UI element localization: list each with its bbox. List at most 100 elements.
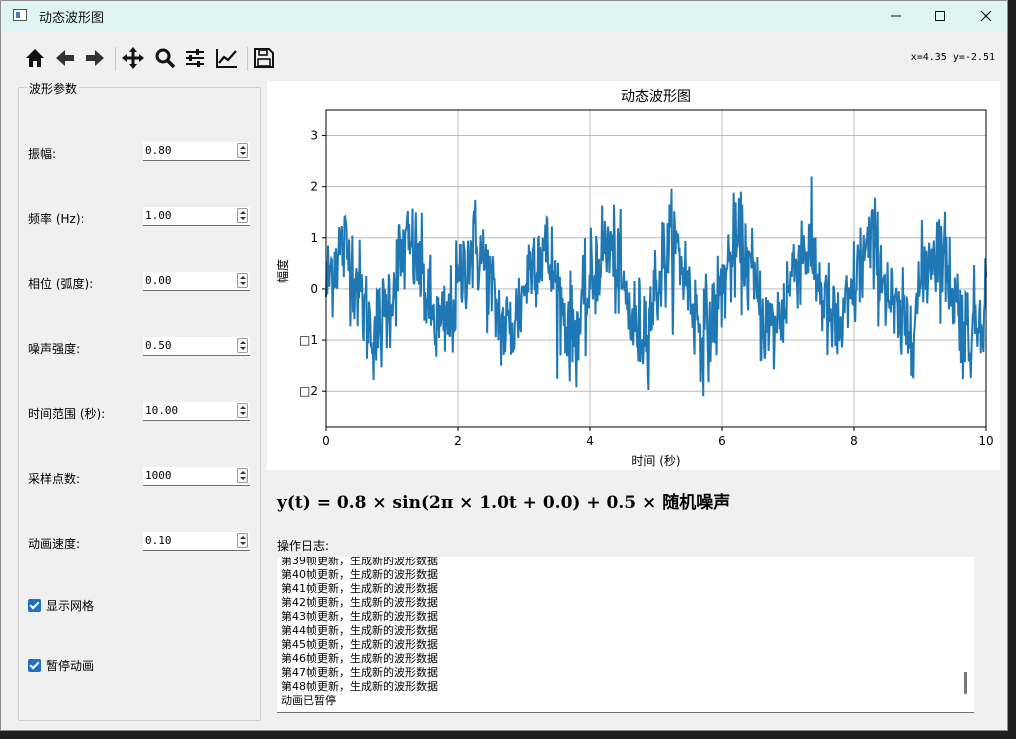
noise-spinbox[interactable]: 0.50 [143,337,250,356]
background-status-strip [0,731,1016,739]
cursor-coordinates: x=4.35 y=-2.51 [910,52,995,63]
log-line: 第47帧更新，生成新的波形数据 [281,666,438,679]
time-range-spinbox[interactable]: 10.00 [143,402,250,421]
configure-subplots-button[interactable] [181,43,209,73]
back-icon [56,50,74,66]
close-icon [980,10,992,22]
back-button[interactable] [51,43,79,73]
chart-title: 动态波形图 [621,89,691,105]
waveform-line [325,176,987,397]
formula-text: y(t) = 0.8 × sin(2π × 1.0t + 0.0) + 0.5 … [277,493,731,513]
samples-value: 1000 [145,469,172,482]
time-range-label: 时间范围 (秒): [28,407,106,421]
y-tick-label: 3 [310,129,318,143]
log-line: 第43帧更新，生成新的波形数据 [281,610,438,623]
frequency-spinbox[interactable]: 1.00 [143,207,250,226]
minimize-icon [891,15,901,17]
x-tick-label: 6 [718,434,726,448]
x-axis-label: 时间 (秒) [631,454,680,468]
window-title: 动态波形图 [39,11,105,26]
x-tick-label: 0 [322,434,330,448]
spin-arrows-icon[interactable] [237,338,248,353]
home-icon [26,49,44,67]
home-button[interactable] [21,43,49,73]
x-tick-label: 4 [586,434,594,448]
close-button[interactable] [963,1,1009,31]
log-label: 操作日志: [277,539,330,553]
waveform-chart[interactable]: 动态波形图 0 2 4 6 8 10 □2 □1 0 1 2 3 时间 (秒) 幅度 [267,81,1000,470]
minimize-button[interactable] [873,1,919,31]
x-tick-label: 8 [850,434,858,448]
log-scrollbar-thumb[interactable] [964,672,967,694]
noise-value: 0.50 [145,339,172,352]
spin-arrows-icon[interactable] [237,403,248,418]
anim-speed-value: 0.10 [145,534,172,547]
log-line: 第45帧更新，生成新的波形数据 [281,638,438,651]
zoom-icon [155,48,176,69]
log-line: 第41帧更新，生成新的波形数据 [281,582,438,595]
x-ticks: 0 2 4 6 8 10 [322,427,994,448]
checkbox-checked-icon[interactable] [28,598,41,612]
spin-arrows-icon[interactable] [237,533,248,548]
spin-arrows-icon[interactable] [237,143,248,158]
log-line: 第44帧更新，生成新的波形数据 [281,624,438,637]
maximize-button[interactable] [917,1,963,31]
y-tick-label: □2 [299,384,318,398]
phase-spinbox[interactable]: 0.00 [143,272,250,291]
time-range-value: 10.00 [145,404,179,417]
y-ticks: □2 □1 0 1 2 3 [299,129,326,398]
phase-value: 0.00 [145,274,172,287]
noise-label: 噪声强度: [28,342,81,356]
amplitude-label: 振幅: [28,147,57,161]
x-tick-label: 2 [454,434,462,448]
pan-button[interactable] [119,43,147,73]
pan-icon [122,47,144,69]
log-line: 第39帧更新，生成新的波形数据 [281,557,438,567]
waveform-plot[interactable]: 动态波形图 0 2 4 6 8 10 □2 □1 0 1 2 3 时间 (秒) 幅度 [267,81,1000,470]
log-line: 第48帧更新，生成新的波形数据 [281,680,438,693]
x-tick-label: 10 [978,434,993,448]
y-tick-label: 2 [310,180,318,194]
show-grid-label: 显示网格 [46,598,95,613]
spin-arrows-icon[interactable] [237,208,248,223]
pause-animation-label: 暂停动画 [46,658,95,673]
zoom-button[interactable] [151,43,179,73]
y-tick-label: □1 [299,333,318,347]
y-tick-label: 0 [310,282,318,296]
title-bar: 动态波形图 [1,1,1007,31]
save-button[interactable] [250,43,278,73]
log-lines: 第39帧更新，生成新的波形数据 第40帧更新，生成新的波形数据 第41帧更新，生成新… [281,557,438,708]
toolbar-separator [247,47,248,71]
samples-spinbox[interactable]: 1000 [143,467,250,486]
y-axis-label: 幅度 [275,259,290,283]
amplitude-value: 0.80 [145,144,172,157]
checkbox-checked-icon[interactable] [28,658,41,672]
main-window: 动态波形图 x=4.35 y=-2.51 波形参数 振幅: 0.80 频率 (H… [0,0,1008,731]
maximize-icon [935,11,945,21]
frequency-label: 频率 (Hz): [28,212,85,226]
log-line: 第42帧更新，生成新的波形数据 [281,596,438,609]
forward-button[interactable] [81,43,109,73]
edit-axes-icon [216,49,237,68]
operation-log[interactable]: 第39帧更新，生成新的波形数据 第40帧更新，生成新的波形数据 第41帧更新，生成新… [277,557,974,713]
anim-speed-label: 动画速度: [28,537,81,551]
params-group-title: 波形参数 [27,80,80,97]
show-grid-checkbox[interactable]: 显示网格 [28,597,94,613]
spin-arrows-icon[interactable] [237,468,248,483]
log-line: 动画已暂停 [281,694,336,707]
amplitude-spinbox[interactable]: 0.80 [143,142,250,161]
save-icon [254,48,274,68]
toolbar-separator [115,47,116,71]
anim-speed-spinbox[interactable]: 0.10 [143,532,250,551]
log-line: 第46帧更新，生成新的波形数据 [281,652,438,665]
spin-arrows-icon[interactable] [237,273,248,288]
frequency-value: 1.00 [145,209,172,222]
y-tick-label: 1 [310,231,318,245]
log-line: 第40帧更新，生成新的波形数据 [281,568,438,581]
configure-icon [186,49,204,67]
app-icon [13,9,27,21]
forward-icon [86,50,104,66]
pause-animation-checkbox[interactable]: 暂停动画 [28,657,94,673]
samples-label: 采样点数: [28,472,81,486]
edit-axes-button[interactable] [213,43,241,73]
